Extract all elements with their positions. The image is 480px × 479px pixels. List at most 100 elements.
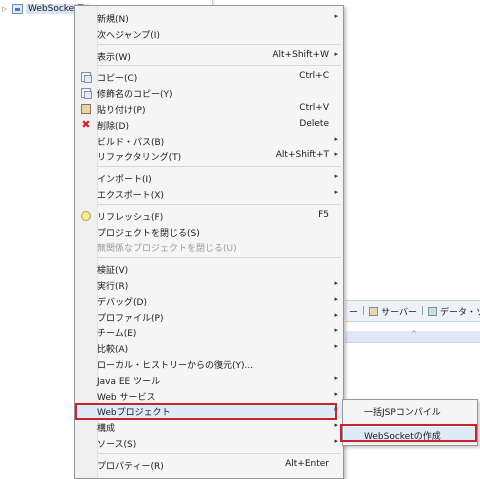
- menu-item-label: 貼り付け(P): [97, 106, 146, 116]
- menu-item-label: 実行(R): [97, 282, 129, 292]
- tab-label: データ・ソー: [440, 307, 480, 318]
- menu-item-shortcut: F5: [318, 209, 329, 220]
- menu-item-label: プロファイル(P): [97, 313, 164, 324]
- submenu-arrow-icon: ▸: [334, 310, 338, 319]
- menu-separator: [98, 65, 341, 67]
- menu-item-label: 構成: [97, 424, 116, 435]
- menu-item-label: ローカル・ヒストリーからの復元(Y)...: [97, 361, 254, 371]
- submenu-arrow-icon: ▸: [334, 279, 338, 287]
- menu-item[interactable]: リファクタリング(T) Alt+Shift+T ▸: [76, 148, 342, 164]
- menu-item-label: 新規(N): [97, 15, 129, 25]
- server-icon: [369, 306, 379, 316]
- menu-item[interactable]: プロジェクトを閉じる(S): [76, 224, 342, 240]
- menu-item-label: 表示(W): [97, 52, 131, 63]
- project-icon: [12, 4, 23, 14]
- sort-caret-icon: ^: [411, 330, 417, 338]
- view-tab-bar: ー | サーバー | データ・ソー: [345, 300, 480, 322]
- refresh-icon: [81, 210, 91, 221]
- delete-icon: ✖: [81, 117, 91, 131]
- menu-separator: [98, 43, 341, 45]
- menu-item[interactable]: 実行(R) ▸: [76, 277, 342, 293]
- submenu-arrow-icon: ▸: [334, 437, 338, 445]
- menu-item[interactable]: 構成 ▸: [76, 419, 342, 435]
- menu-item[interactable]: プロファイル(P) ▸: [76, 309, 342, 325]
- submenu-arrow-icon: ▸: [334, 389, 338, 398]
- menu-separator: [98, 166, 341, 168]
- menu-item-label: エクスポート(X): [97, 191, 164, 201]
- menu-item-shortcut: Delete: [299, 118, 329, 129]
- paste-icon: [81, 104, 91, 114]
- menu-item: 無関係なプロジェクトを閉じる(U): [76, 239, 342, 255]
- menu-item-label: 削除(D): [97, 121, 129, 132]
- menu-item-label: 次へジャンプ(I): [97, 30, 160, 41]
- menu-item[interactable]: 貼り付け(P) Ctrl+V: [76, 101, 342, 117]
- menu-item-label: インポート(I): [97, 175, 152, 186]
- menu-item-shortcut: Ctrl+V: [299, 103, 329, 113]
- highlight-box-webproject: [75, 403, 337, 420]
- menu-item-label: Java EE ツール: [97, 376, 161, 387]
- tab-data-source[interactable]: データ・ソー: [424, 305, 480, 318]
- tab-label: ー: [349, 307, 359, 318]
- submenu-arrow-icon: ▸: [334, 188, 338, 196]
- menu-item-label: Web サービス: [97, 392, 156, 403]
- submenu-item-bulk-jsp-compile[interactable]: 一括JSPコンパイル: [344, 403, 476, 419]
- menu-item-label: コピー(C): [97, 74, 138, 85]
- submenu-arrow-icon: ▸: [334, 373, 338, 382]
- submenu-arrow-icon: ▸: [334, 134, 338, 143]
- menu-item[interactable]: 比較(A) ▸: [76, 340, 342, 356]
- menu-item[interactable]: 表示(W) Alt+Shift+W ▸: [76, 48, 342, 64]
- menu-item[interactable]: Java EE ツール ▸: [76, 372, 342, 388]
- menu-item-label: チーム(E): [97, 329, 137, 340]
- submenu-arrow-icon: ▸: [334, 150, 338, 159]
- copy-qualified-icon: [81, 88, 92, 100]
- menu-item-label: 検証(V): [97, 266, 129, 277]
- menu-item-label: デバッグ(D): [97, 297, 147, 308]
- column-header[interactable]: ^: [345, 330, 480, 343]
- menu-item[interactable]: チーム(E) ▸: [76, 324, 342, 340]
- menu-item-shortcut: Alt+Shift+T: [275, 150, 329, 161]
- menu-item[interactable]: ローカル・ヒストリーからの復元(Y)...: [76, 356, 342, 372]
- menu-item[interactable]: ソース(S) ▸: [76, 435, 342, 451]
- menu-item[interactable]: エクスポート(X) ▸: [76, 186, 342, 202]
- menu-item-shortcut: Alt+Shift+W: [272, 49, 329, 60]
- menu-item[interactable]: リフレッシュ(F) F5: [76, 208, 342, 224]
- highlight-box-create-websocket: [340, 424, 477, 442]
- submenu-arrow-icon: ▸: [334, 326, 338, 335]
- menu-item[interactable]: インポート(I) ▸: [76, 170, 342, 186]
- data-source-icon: [428, 306, 438, 316]
- submenu-arrow-icon: ▸: [334, 342, 338, 351]
- menu-separator: [98, 452, 341, 454]
- tab-servers[interactable]: サーバー: [365, 305, 421, 318]
- menu-item-label: プロパティー(R): [97, 461, 164, 472]
- menu-item[interactable]: デバッグ(D) ▸: [76, 293, 342, 309]
- menu-item-label: リフレッシュ(F): [97, 212, 164, 223]
- menu-item[interactable]: 修飾名のコピー(Y): [76, 85, 342, 101]
- menu-item-label: ビルド・パス(B): [97, 137, 165, 148]
- menu-item[interactable]: ビルド・パス(B) ▸: [76, 133, 342, 149]
- menu-item[interactable]: プロパティー(R) Alt+Enter: [76, 457, 342, 473]
- menu-item-label: リファクタリング(T): [97, 153, 182, 164]
- menu-separator: [98, 257, 341, 259]
- menu-item[interactable]: ✖ 削除(D) Delete: [76, 117, 342, 133]
- copy-icon: [81, 72, 92, 84]
- menu-item-label: プロジェクトを閉じる(S): [97, 228, 200, 239]
- submenu-item-label: 一括JSPコンパイル: [364, 408, 441, 418]
- menu-item-label: 無関係なプロジェクトを閉じる(U): [97, 244, 237, 255]
- tab-partial[interactable]: ー: [345, 305, 362, 318]
- menu-item-shortcut: Alt+Enter: [285, 458, 329, 469]
- expand-triangle-icon[interactable]: ▷: [2, 5, 9, 13]
- menu-item-label: 修飾名のコピー(Y): [97, 90, 173, 101]
- menu-item-shortcut: Ctrl+C: [299, 71, 329, 82]
- menu-item-label: 比較(A): [97, 345, 129, 356]
- menu-item[interactable]: 新規(N) ▸: [76, 10, 342, 26]
- menu-item-label: ソース(S): [97, 440, 137, 450]
- submenu-arrow-icon: ▸: [334, 421, 338, 430]
- tab-label: サーバー: [381, 307, 417, 318]
- menu-separator: [98, 203, 341, 205]
- menu-item[interactable]: 検証(V): [76, 261, 342, 277]
- submenu-arrow-icon: ▸: [334, 294, 338, 303]
- menu-item[interactable]: Web サービス ▸: [76, 388, 342, 404]
- submenu-arrow-icon: ▸: [334, 172, 338, 181]
- menu-item[interactable]: 次へジャンプ(I): [76, 26, 342, 42]
- menu-item[interactable]: コピー(C) Ctrl+C: [76, 69, 342, 85]
